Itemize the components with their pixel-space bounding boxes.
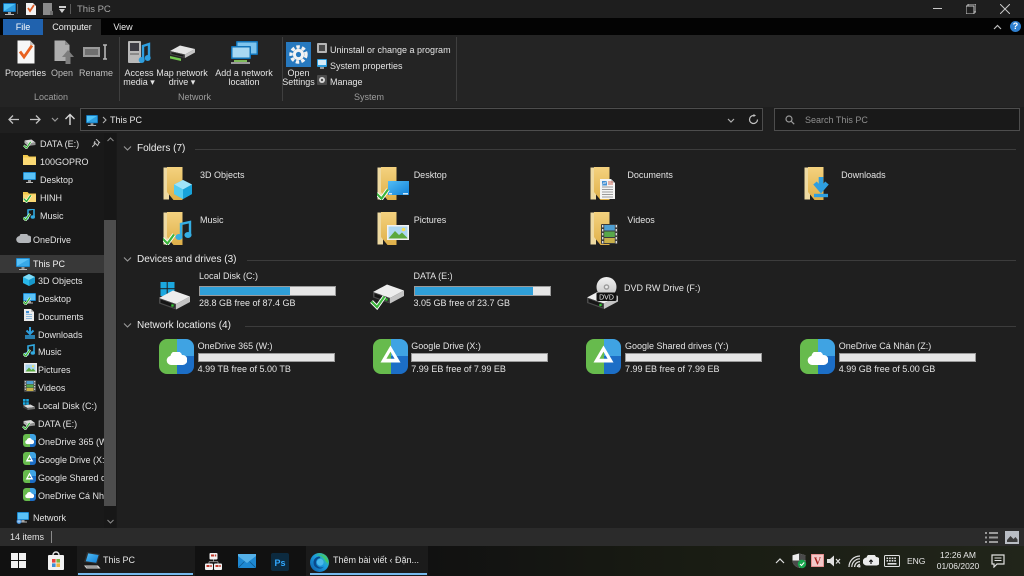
svg-text:V: V bbox=[814, 557, 822, 568]
svg-text:DVD: DVD bbox=[599, 295, 614, 302]
svg-text:Ps: Ps bbox=[274, 558, 285, 568]
